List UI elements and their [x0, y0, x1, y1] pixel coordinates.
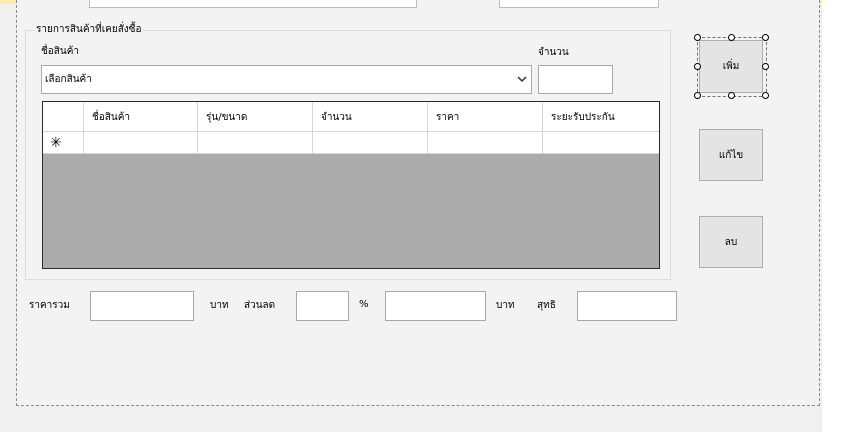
- quantity-input[interactable]: [538, 65, 613, 94]
- resize-handle-icon[interactable]: [762, 92, 769, 99]
- edit-button[interactable]: แก้ไข: [699, 129, 763, 181]
- baht-label-2: บาท: [496, 300, 515, 311]
- top-textbox-right[interactable]: [499, 0, 659, 8]
- percent-label: %: [359, 299, 369, 310]
- designer-selection-frame: [697, 37, 767, 97]
- product-select[interactable]: เลือกสินค้า: [41, 65, 532, 94]
- ordered-products-grid[interactable]: ชื่อสินค้า รุ่น/ขนาด จำนวน ราคา ระยะรับป…: [42, 101, 660, 269]
- product-select-value: เลือกสินค้า: [45, 74, 92, 85]
- grid-header-product-name: ชื่อสินค้า: [92, 112, 131, 123]
- grid-cell[interactable]: [313, 132, 428, 154]
- total-price-label: ราคารวม: [29, 300, 70, 311]
- product-name-label: ชื่อสินค้า: [41, 46, 80, 57]
- discount-label: ส่วนลด: [244, 300, 276, 311]
- grid-header-price: ราคา: [436, 112, 460, 123]
- edit-button-label: แก้ไข: [718, 149, 744, 161]
- chevron-down-icon: [517, 76, 527, 83]
- discount-baht-input[interactable]: [385, 291, 486, 321]
- net-label: สุทธิ: [537, 300, 556, 311]
- resize-handle-icon[interactable]: [694, 92, 701, 99]
- grid-header-cell[interactable]: จำนวน: [313, 102, 428, 132]
- resize-handle-icon[interactable]: [762, 63, 769, 70]
- delete-button[interactable]: ลบ: [699, 216, 763, 268]
- resize-handle-icon[interactable]: [694, 63, 701, 70]
- resize-handle-icon[interactable]: [694, 34, 701, 41]
- total-price-input[interactable]: [90, 291, 194, 321]
- new-row-marker-icon: ✳: [50, 135, 62, 151]
- delete-button-label: ลบ: [724, 236, 738, 248]
- groupbox-title: รายการสินค้าที่เคยสั่งซื้อ: [34, 22, 144, 37]
- grid-cell[interactable]: [543, 132, 659, 154]
- new-row-header-cell: ✳: [43, 132, 84, 154]
- grid-header-model-size: รุ่น/ขนาด: [206, 112, 248, 123]
- grid-header-quantity: จำนวน: [321, 112, 352, 123]
- grid-header-warranty-period: ระยะรับประกัน: [551, 112, 615, 123]
- top-textbox-left[interactable]: [89, 0, 417, 8]
- quantity-label: จำนวน: [538, 47, 569, 58]
- designer-right-panel: [822, 0, 861, 432]
- grid-new-row[interactable]: ✳: [43, 132, 659, 154]
- grid-header-cell[interactable]: ราคา: [428, 102, 543, 132]
- resize-handle-icon[interactable]: [762, 34, 769, 41]
- grid-cell[interactable]: [428, 132, 543, 154]
- resize-handle-icon[interactable]: [728, 92, 735, 99]
- grid-cell[interactable]: [84, 132, 198, 154]
- grid-header-row: ชื่อสินค้า รุ่น/ขนาด จำนวน ราคา ระยะรับป…: [43, 102, 659, 132]
- grid-header-cell[interactable]: รุ่น/ขนาด: [198, 102, 313, 132]
- resize-handle-icon[interactable]: [728, 34, 735, 41]
- grid-header-cell[interactable]: ชื่อสินค้า: [84, 102, 198, 132]
- baht-label-1: บาท: [210, 300, 229, 311]
- grid-cell[interactable]: [198, 132, 313, 154]
- row-header-cell: [43, 102, 84, 132]
- grid-header-cell[interactable]: ระยะรับประกัน: [543, 102, 659, 132]
- discount-percent-input[interactable]: [296, 291, 349, 321]
- net-total-input[interactable]: [577, 291, 677, 321]
